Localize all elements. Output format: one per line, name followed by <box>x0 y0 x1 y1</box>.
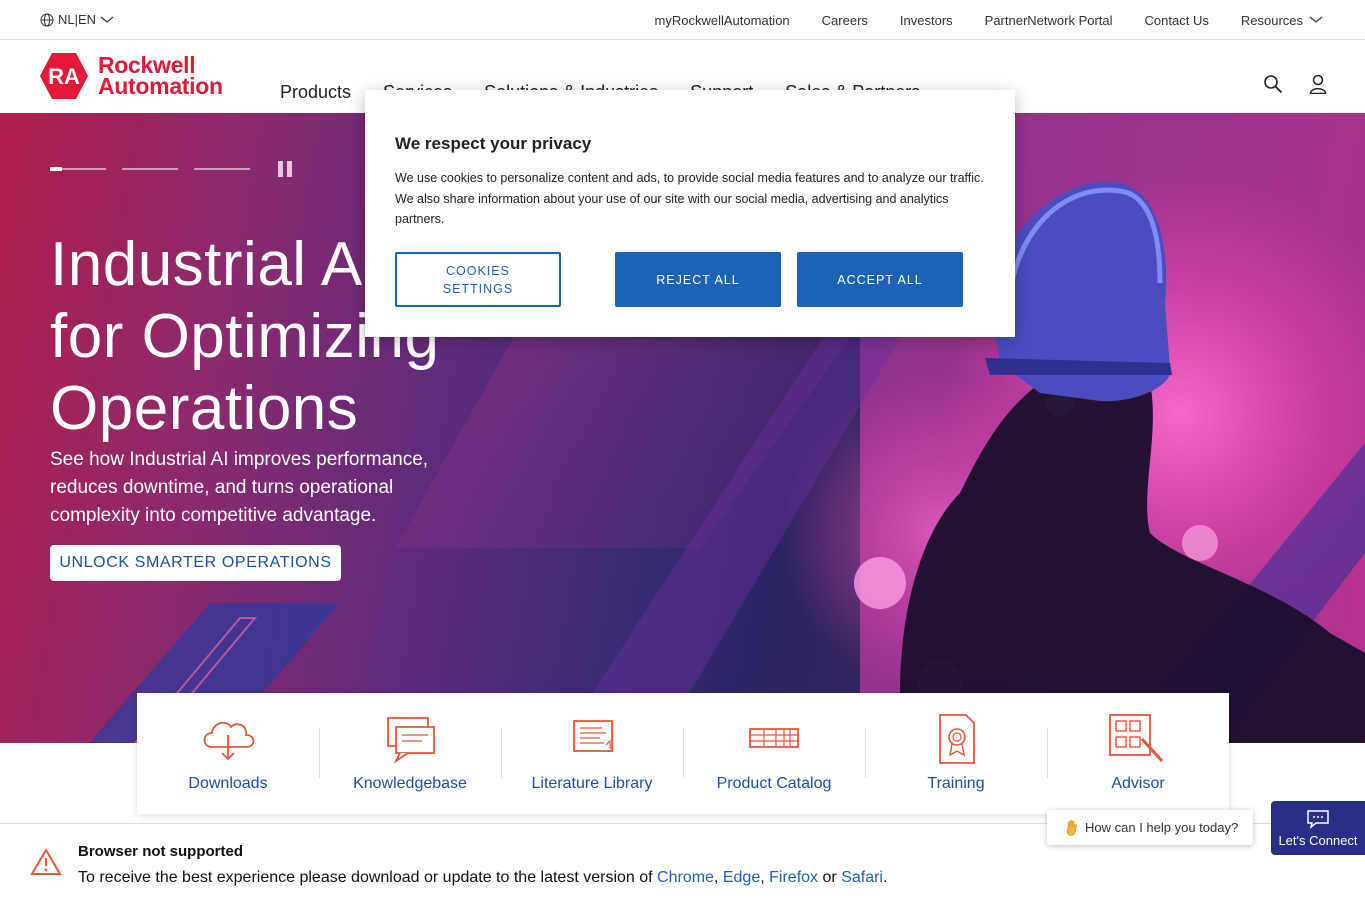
chrome-link[interactable]: Chrome <box>657 869 714 886</box>
quick-link-label: Advisor <box>1111 775 1165 792</box>
advisor-icon <box>1109 714 1164 763</box>
edge-link[interactable]: Edge <box>723 869 760 886</box>
quick-link-advisor[interactable]: Advisor <box>1047 693 1229 814</box>
utility-link-investors[interactable]: Investors <box>900 13 953 28</box>
utility-link-contact[interactable]: Contact Us <box>1145 13 1209 28</box>
quick-link-downloads[interactable]: Downloads <box>137 693 319 814</box>
quick-link-training[interactable]: Training <box>865 693 1047 814</box>
quick-link-product-catalog[interactable]: Product Catalog <box>683 693 865 814</box>
resources-label: Resources <box>1240 12 1303 28</box>
hero-title-line3: Operations <box>50 374 359 443</box>
utility-link-myrockwell[interactable]: myRockwellAutomation <box>655 13 790 28</box>
banner-title: Browser not supported <box>78 843 244 860</box>
banner-text-prefix: To receive the best experience please do… <box>78 869 653 886</box>
quick-link-label: Downloads <box>188 775 268 792</box>
chat-prompt-text: How can I help you today? <box>1085 820 1239 835</box>
utility-link-careers[interactable]: Careers <box>822 13 868 28</box>
reject-all-button[interactable]: REJECT ALL <box>615 252 781 307</box>
slide-indicator-2[interactable] <box>122 168 178 170</box>
catalog-icon <box>749 728 799 748</box>
firefox-link[interactable]: Firefox <box>769 869 818 886</box>
ra-logo-mark: RA <box>40 53 88 99</box>
cookie-buttons: COOKIES SETTINGS REJECT ALL ACCEPT ALL <box>395 252 965 307</box>
slide-indicator-3[interactable] <box>194 168 250 170</box>
lets-connect-label: Let's Connect <box>1278 832 1358 848</box>
document-icon <box>573 720 613 752</box>
quick-links-panel: Downloads Knowledgebase Literature Libra… <box>137 693 1229 814</box>
cookie-title: We respect your privacy <box>395 134 592 153</box>
nav-icons <box>1263 74 1327 94</box>
chat-icon <box>1307 809 1329 829</box>
language-selector[interactable]: NL|EN <box>40 12 114 27</box>
banner-end: . <box>882 869 888 886</box>
user-account-icon[interactable] <box>1309 74 1327 94</box>
quick-link-label: Product Catalog <box>716 775 832 792</box>
pause-icon[interactable] <box>278 161 292 177</box>
certificate-icon <box>939 714 975 764</box>
language-label: NL|EN <box>58 12 97 27</box>
ra-logo-letters: RA <box>48 64 80 89</box>
cookie-consent-dialog: We respect your privacy We use cookies t… <box>365 90 1015 337</box>
brand-logo[interactable]: RA Rockwell Automation <box>38 51 223 101</box>
slide-indicator-1[interactable] <box>50 167 106 171</box>
banner-sep: or <box>822 869 837 886</box>
hero-subtitle: See how Industrial AI improves performan… <box>50 449 429 526</box>
safari-link[interactable]: Safari <box>841 869 883 886</box>
utility-resources-menu[interactable]: Resources <box>1241 12 1323 28</box>
banner-sep: , <box>713 869 719 886</box>
banner-sep: , <box>760 869 765 886</box>
utility-links: myRockwellAutomation Careers Investors P… <box>655 13 1323 28</box>
search-icon[interactable] <box>1263 74 1283 94</box>
accept-all-button[interactable]: ACCEPT ALL <box>797 252 963 307</box>
utility-bar: NL|EN myRockwellAutomation Careers Inves… <box>0 0 1365 40</box>
quick-link-label: Literature Library <box>531 775 653 792</box>
quick-link-literature-library[interactable]: Literature Library <box>501 693 683 814</box>
nav-products[interactable]: Products <box>280 82 351 103</box>
cloud-download-icon <box>203 721 255 761</box>
brand-line2: Automation <box>98 73 223 99</box>
cookie-body: We use cookies to personalize content an… <box>395 171 984 226</box>
quick-link-label: Knowledgebase <box>353 775 467 792</box>
waving-hand-icon <box>1066 819 1077 836</box>
quick-link-label: Training <box>927 775 985 792</box>
chevron-down-icon <box>100 16 114 23</box>
warning-icon <box>30 848 62 875</box>
lets-connect-button[interactable]: Let's Connect <box>1271 801 1365 855</box>
chat-prompt-bubble[interactable]: How can I help you today? <box>1047 810 1253 845</box>
banner-text: To receive the best experience please do… <box>78 869 887 887</box>
hero-cta-button[interactable]: UNLOCK SMARTER OPERATIONS <box>50 545 341 581</box>
utility-link-partnernetwork[interactable]: PartnerNetwork Portal <box>985 13 1113 28</box>
quick-link-knowledgebase[interactable]: Knowledgebase <box>319 693 501 814</box>
globe-icon <box>40 13 54 26</box>
brand-wordmark: Rockwell Automation <box>98 54 223 99</box>
chevron-down-icon <box>1309 16 1323 23</box>
slide-progress <box>50 161 292 177</box>
chat-bubbles-icon <box>387 717 435 764</box>
cookies-settings-button[interactable]: COOKIES SETTINGS <box>395 252 561 307</box>
